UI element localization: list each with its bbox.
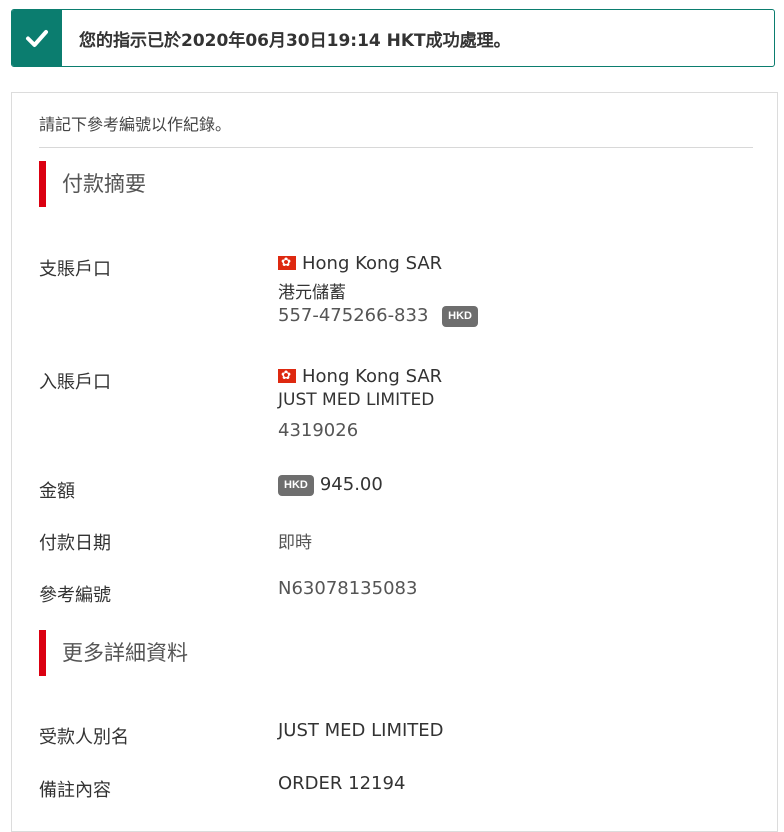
reference-number-label: 參考編號: [39, 585, 111, 606]
reference-note: 請記下參考編號以作紀錄。: [39, 115, 232, 134]
payee-alias-value: JUST MED LIMITED: [278, 720, 444, 741]
credit-account-region: Hong Kong SAR: [278, 366, 442, 387]
credit-account-number: 4319026: [278, 420, 359, 441]
divider: [39, 147, 753, 148]
hong-kong-flag-icon: [278, 254, 296, 270]
amount-label: 金額: [39, 481, 75, 502]
amount-value: 945.00: [319, 474, 383, 495]
confirmation-card: 請記下參考編號以作紀錄。 付款摘要 支賬戶口 Hong Kong SAR 港元儲…: [11, 92, 778, 832]
currency-badge: HKD: [278, 475, 314, 496]
section-title-summary: 付款摘要: [39, 161, 146, 207]
check-icon: [12, 10, 62, 66]
currency-badge: HKD: [442, 306, 478, 327]
remarks-value: ORDER 12194: [278, 773, 406, 794]
debit-region-text: Hong Kong SAR: [302, 253, 443, 274]
debit-account-type: 港元儲蓄: [278, 283, 346, 303]
success-banner: 您的指示已於2020年06月30日19:14 HKT成功處理。: [11, 9, 775, 67]
debit-account-label: 支賬戶口: [39, 259, 111, 280]
credit-account-name: JUST MED LIMITED: [278, 390, 435, 410]
debit-account-region: Hong Kong SAR: [278, 253, 442, 274]
payment-date-value: 即時: [278, 533, 312, 553]
remarks-label: 備註內容: [39, 780, 111, 801]
payee-alias-label: 受款人別名: [39, 727, 129, 748]
credit-region-text: Hong Kong SAR: [302, 366, 443, 387]
payment-date-label: 付款日期: [39, 533, 111, 554]
section-title-details: 更多詳細資料: [39, 630, 188, 676]
debit-account-number: 557-475266-833: [278, 305, 429, 326]
credit-account-label: 入賬戶口: [39, 372, 111, 393]
debit-account-number-row: 557-475266-833 HKD: [278, 305, 478, 327]
reference-number-value: N63078135083: [278, 578, 418, 599]
hong-kong-flag-icon: [278, 367, 296, 383]
amount-row: HKD 945.00: [278, 474, 383, 496]
success-message: 您的指示已於2020年06月30日19:14 HKT成功處理。: [79, 30, 511, 51]
